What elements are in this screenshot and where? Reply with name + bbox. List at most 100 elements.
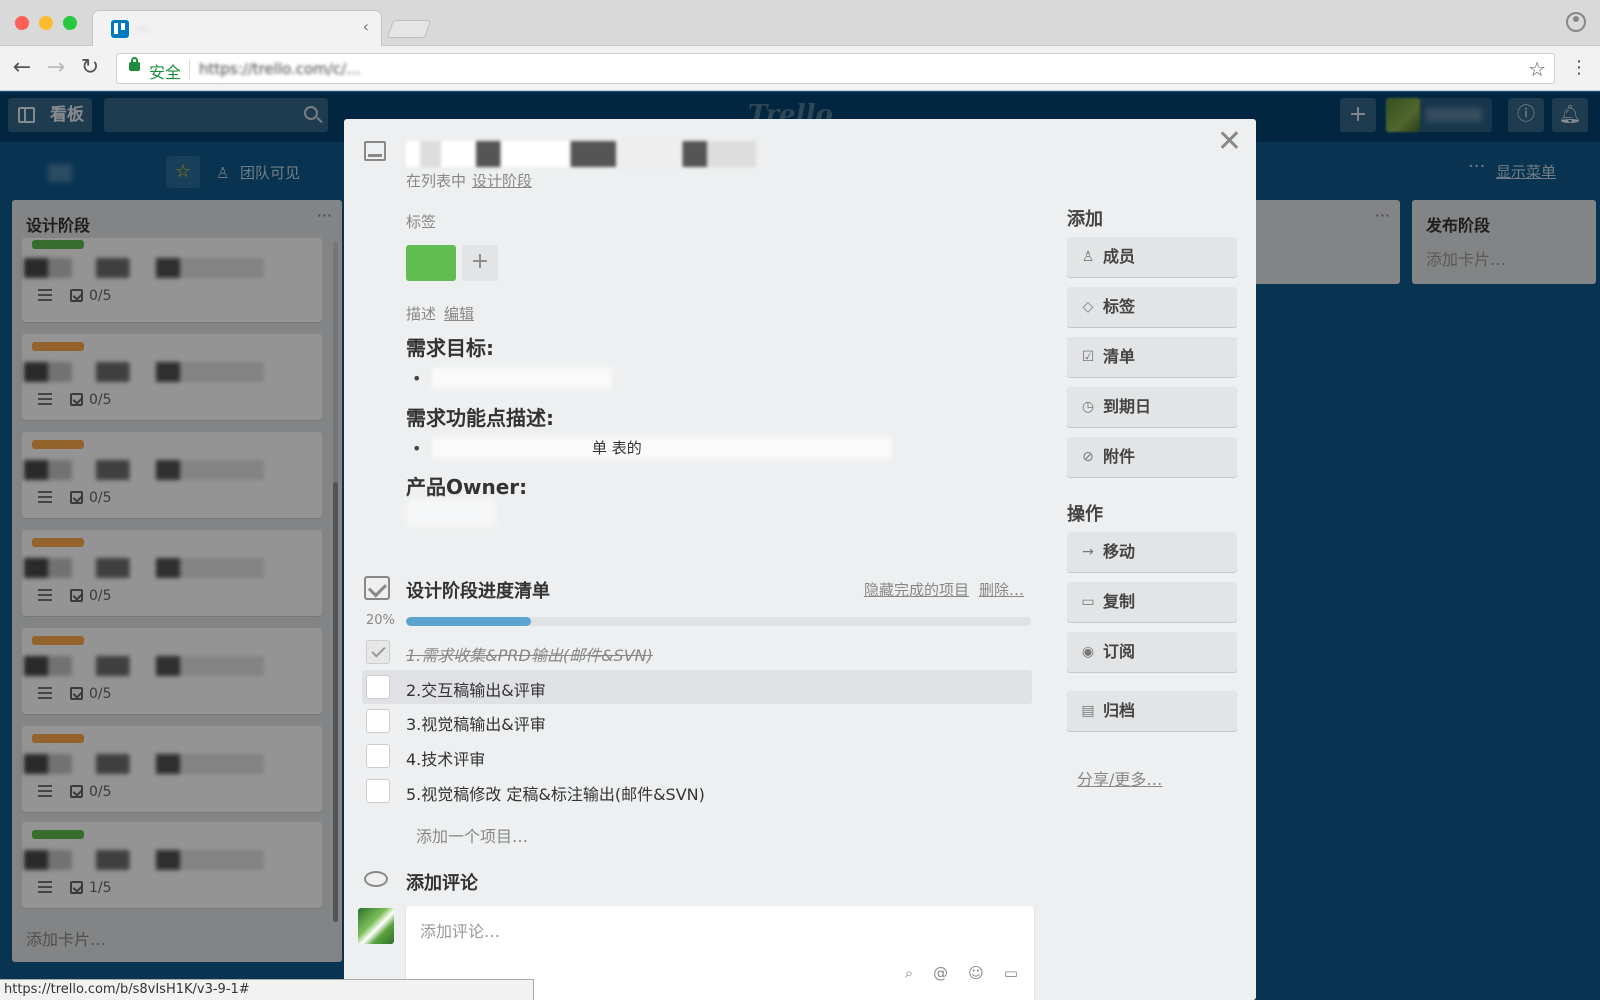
progress-bar (406, 617, 1031, 626)
reload-icon[interactable]: ↻ (76, 55, 104, 81)
card-icon (364, 141, 386, 161)
share-more-link[interactable]: 分享/更多… (1077, 766, 1162, 790)
move-button[interactable]: → 移动 (1067, 532, 1237, 572)
button-label: 到期日 (1103, 397, 1152, 416)
checkbox[interactable] (366, 709, 390, 733)
attachment-icon[interactable]: ⌕ (905, 964, 913, 982)
close-icon[interactable]: ✕ (1217, 127, 1242, 157)
emoji-icon[interactable]: ☺ (968, 964, 984, 982)
progress-percent: 20% (366, 613, 395, 628)
back-arrow-icon[interactable]: ← (8, 55, 36, 81)
card-label-green[interactable] (406, 245, 456, 281)
eye-icon: ◉ (1081, 644, 1095, 660)
checklist-item[interactable]: 1.需求收集&PRD输出(邮件&SVN) (362, 635, 1032, 669)
desc-bullet: • (412, 369, 422, 388)
checklist-small-icon: ☑ (1081, 349, 1095, 365)
button-label: 移动 (1103, 542, 1136, 561)
labels-heading: 标签 (406, 213, 437, 231)
add-due-date-button[interactable]: ◷ 到期日 (1067, 387, 1237, 427)
profile-icon[interactable] (1566, 12, 1586, 32)
subscribe-button[interactable]: ◉ 订阅 (1067, 632, 1237, 672)
card-link-icon[interactable]: ▭ (1004, 964, 1018, 982)
copy-button[interactable]: ▭ 复制 (1067, 582, 1237, 622)
checklist-title[interactable]: 设计阶段进度清单 (406, 577, 550, 603)
copy-icon: ▭ (1081, 594, 1095, 610)
archive-icon: ▤ (1081, 703, 1095, 719)
button-label: 订阅 (1103, 642, 1136, 661)
window-close-button[interactable] (15, 16, 29, 30)
description-label: 描述 (406, 305, 437, 323)
in-list-text: 在列表中 设计阶段 (406, 170, 532, 191)
window-zoom-button[interactable] (63, 16, 77, 30)
mention-icon[interactable]: @ (933, 964, 948, 982)
checkbox-checked[interactable] (366, 640, 390, 664)
add-label-button[interactable]: + (462, 245, 498, 281)
tab-close-icon[interactable]: ‹ (363, 17, 369, 36)
comment-toolbar: ⌕ @ ☺ ▭ (885, 964, 1018, 982)
button-label: 清单 (1103, 347, 1136, 366)
button-label: 归档 (1103, 701, 1136, 720)
checklist-item[interactable]: 3.视觉稿输出&评审 (362, 704, 1032, 738)
comment-heading: 添加评论 (406, 873, 478, 894)
window-minimize-button[interactable] (39, 16, 53, 30)
avatar[interactable] (358, 908, 394, 944)
button-label: 成员 (1103, 247, 1136, 266)
add-checklist-button[interactable]: ☑ 清单 (1067, 337, 1237, 377)
browser-menu-icon[interactable]: ⋮ (1570, 55, 1588, 81)
secure-label: 安全 (149, 63, 182, 82)
checkbox[interactable] (366, 779, 390, 803)
lock-icon (129, 57, 140, 71)
desc-owner-heading: 产品Owner: (406, 475, 528, 499)
checkbox[interactable] (366, 675, 390, 699)
checklist-item[interactable]: 4.技术评审 (362, 739, 1032, 773)
button-label: 标签 (1103, 297, 1136, 316)
paperclip-icon: ⊘ (1082, 449, 1094, 465)
actions-heading: 操作 (1067, 504, 1103, 525)
checklist-item[interactable]: 5.视觉稿修改 定稿&标注输出(邮件&SVN) (362, 774, 1032, 808)
new-tab-button[interactable] (386, 20, 432, 38)
add-label-sidebar-button[interactable]: ◇ 标签 (1067, 287, 1237, 327)
browser-tab-active[interactable]: ... ‹ (92, 10, 382, 46)
card-title[interactable] (406, 141, 756, 167)
clock-icon: ◷ (1081, 399, 1095, 415)
add-attachment-button[interactable]: ⊘ 附件 (1067, 437, 1237, 477)
forward-arrow-icon[interactable]: → (42, 55, 70, 81)
card-detail-window: ✕ 在列表中 设计阶段 标签 + 描述 编辑 需求目标: • 需求功能点描述: • … (344, 119, 1256, 1000)
button-label: 复制 (1103, 592, 1136, 611)
edit-description-link[interactable]: 编辑 (444, 305, 474, 323)
trello-favicon-icon (111, 20, 129, 38)
address-separator (189, 59, 190, 79)
member-icon: ♙ (1081, 249, 1095, 265)
address-bar[interactable]: 安全 https://trello.com/c/... ☆ (116, 53, 1555, 84)
checklist-item-text[interactable]: 3.视觉稿输出&评审 (406, 711, 546, 735)
browser-tab-strip: ... ‹ (0, 0, 1600, 46)
comment-icon (364, 871, 388, 887)
button-label: 附件 (1103, 447, 1136, 466)
checklist-actions: 隐藏完成的项目 删除… (854, 579, 1024, 600)
desc-feature-heading: 需求功能点描述: (406, 406, 554, 430)
desc-goal-heading: 需求目标: (406, 336, 494, 360)
desc-owner-value (406, 499, 496, 527)
progress-fill (406, 617, 531, 626)
list-name-link[interactable]: 设计阶段 (472, 172, 532, 190)
description-heading: 描述 编辑 (406, 303, 474, 324)
status-url-bar: https://trello.com/b/s8vIsH1K/v3-9-1# (0, 979, 534, 1000)
arrow-right-icon: → (1082, 544, 1094, 560)
checklist-item-text[interactable]: 1.需求收集&PRD输出(邮件&SVN) (406, 642, 653, 666)
desc-feature-text: 单 表的 (592, 439, 642, 457)
bookmark-star-icon[interactable]: ☆ (1528, 57, 1546, 81)
label-icon: ◇ (1082, 299, 1094, 315)
in-list-prefix: 在列表中 (406, 172, 467, 190)
delete-checklist-link[interactable]: 删除… (979, 581, 1024, 599)
checklist-item-text[interactable]: 5.视觉稿修改 定稿&标注输出(邮件&SVN) (406, 781, 705, 805)
add-checklist-item-button[interactable]: 添加一个项目… (416, 823, 528, 847)
add-member-button[interactable]: ♙ 成员 (1067, 237, 1237, 277)
checklist-icon (364, 576, 390, 600)
archive-button[interactable]: ▤ 归档 (1067, 691, 1237, 731)
checklist-item[interactable]: 2.交互稿输出&评审 (362, 670, 1032, 704)
checklist-item-text[interactable]: 2.交互稿输出&评审 (406, 677, 546, 701)
hide-completed-link[interactable]: 隐藏完成的项目 (864, 581, 969, 599)
checkbox[interactable] (366, 744, 390, 768)
checklist-item-text[interactable]: 4.技术评审 (406, 746, 485, 770)
desc-bullet: • (412, 439, 422, 458)
